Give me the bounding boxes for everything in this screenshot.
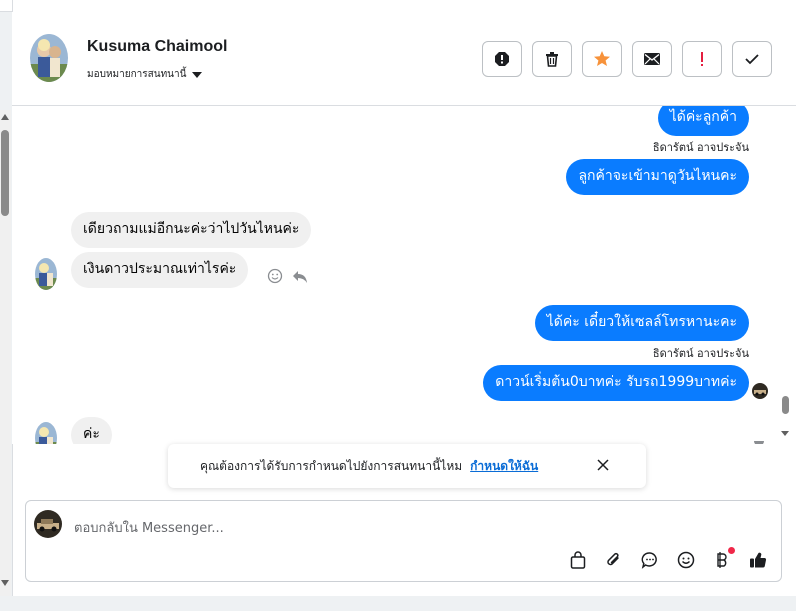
like-button[interactable] [747,549,769,571]
smiley-icon [677,551,695,569]
message-bubble[interactable]: ค่ะ [71,417,112,444]
scroll-thumb[interactable] [782,396,789,414]
message-bubble[interactable]: ดาวน์เริ่มต้น0บาทค่ะ รับรถ1999บาทค่ะ [483,365,749,401]
close-icon[interactable] [596,458,610,472]
react-icon[interactable] [267,268,283,288]
message-bubble[interactable]: ลูกค้าจะเข้ามาดูวันไหนคะ [566,159,749,195]
contact-avatar[interactable] [30,34,68,82]
done-button[interactable] [732,41,772,77]
message-bubble[interactable]: เดียวถามแม่อีกนะค่ะว่าไปวันไหนค่ะ [71,212,312,248]
left-scrollbar[interactable] [0,110,11,596]
message-thread[interactable]: ได้ค่ะลูกค้า ธิดารัตน์ อาจประจัน ลูกค้าจ… [12,106,784,444]
delete-button[interactable] [532,41,572,77]
shop-button[interactable] [567,549,589,571]
message-bubble[interactable]: ได้ค่ะลูกค้า [657,106,749,136]
composer-tools [567,547,769,571]
spam-button[interactable] [482,41,522,77]
important-button[interactable] [682,41,722,77]
assign-prompt: คุณต้องการได้รับการกำหนดไปยังการสนทนานี้… [168,444,646,488]
contact-avatar-small [35,258,57,290]
reply-input[interactable]: ตอบกลับใน Messenger... [74,517,224,538]
contact-name: Kusuma Chaimool [87,38,228,55]
conversation-header: Kusuma Chaimool มอบหมายการสนทนานี้ [12,12,796,106]
reply-icon[interactable] [292,269,308,288]
paperclip-icon [607,552,619,566]
assign-label: มอบหมายการสนทนานี้ [87,69,187,80]
scroll-down-icon[interactable] [781,431,789,436]
page-avatar-small [752,383,768,399]
seen-avatar [754,436,764,444]
envelope-icon [644,53,660,65]
scroll-down-icon[interactable] [1,580,9,586]
star-button[interactable] [582,41,622,77]
star-icon [594,51,610,66]
alert-octagon-icon [495,52,509,66]
saved-replies-button[interactable] [639,549,661,571]
attach-button[interactable] [603,549,625,571]
chat-bubble-icon [641,552,657,569]
assign-to-me-link[interactable]: กำหนดให้ฉัน [470,457,538,476]
baht-icon [717,552,727,568]
message-bubble[interactable]: ได้ค่ะ เดี๋ยวให้เซลล์โทรหานะคะ [534,305,749,341]
message-bubble[interactable]: เงินดาวประมาณเท่าไรค่ะ [71,252,249,288]
exclamation-icon [701,52,703,66]
shopping-bag-icon [570,551,586,569]
emoji-button[interactable] [675,549,697,571]
assign-prompt-text: คุณต้องการได้รับการกำหนดไปยังการสนทนานี้… [200,458,463,473]
thumbs-up-icon [750,552,767,568]
reply-composer[interactable]: ตอบกลับใน Messenger... [25,500,782,582]
notification-dot [728,547,735,554]
checkmark-icon [745,54,759,65]
chat-scrollbar[interactable] [770,106,796,446]
header-actions [482,41,772,77]
mark-unread-button[interactable] [632,41,672,77]
sender-label: ธิดารัตน์ อาจประจัน [652,347,749,360]
scroll-up-icon[interactable] [1,114,9,120]
trash-icon [546,52,558,67]
payment-button[interactable] [711,547,735,571]
scroll-thumb[interactable] [1,130,9,216]
page-avatar [34,510,62,538]
sender-label: ธิดารัตน์ อาจประจัน [652,141,749,154]
chevron-down-icon [192,71,203,78]
contact-avatar-small [35,422,57,444]
assign-dropdown[interactable]: มอบหมายการสนทนานี้ [87,67,203,82]
